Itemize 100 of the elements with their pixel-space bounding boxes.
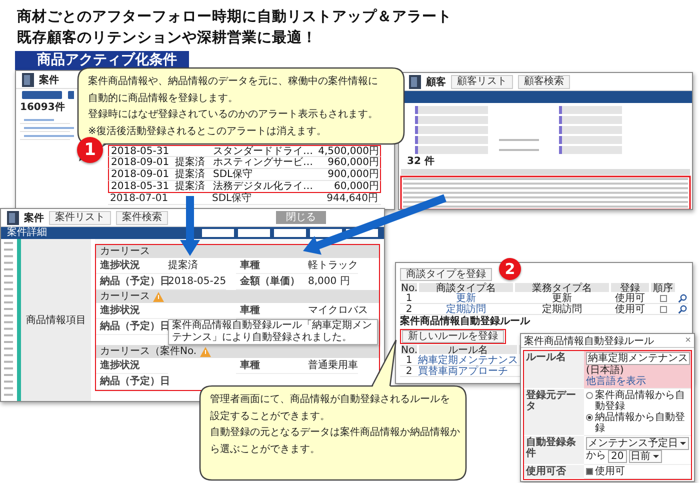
field-label: 使用可否 [524,465,584,479]
product-cell-text: SDL保守 [211,193,253,205]
table-cell: 使用可 [610,304,650,315]
radio-button[interactable] [586,392,593,399]
other-language-link[interactable]: 他言語を表示 [586,376,646,387]
record-count: 16093件 [20,102,65,113]
amount-cell-text: 944,640円 [326,193,379,205]
number-field[interactable]: 20 [608,450,627,463]
type-link[interactable]: 定期訪問 [446,304,486,314]
warning-icon [153,292,164,302]
date-cell-text: 2018-07-01 [109,193,170,205]
search-icon[interactable] [678,294,686,302]
checkbox[interactable] [660,294,666,302]
dropdown[interactable]: 日前 [628,450,662,463]
column-header: ルール名 [418,344,518,355]
radio-button[interactable] [586,414,593,421]
headline: 既存顧客のリテンションや深耕営業に最適！ [17,28,318,48]
table-cell: 1 [400,355,418,366]
field-label: 進捗状況 [96,358,168,374]
status-cell-text: 提案済 [174,181,206,193]
arrow [180,196,200,256]
field-label: 納品（予定）日 [96,374,168,390]
section-title: カーリース [100,245,150,258]
section-label: 商品アクティブ化条件 [15,51,189,70]
radio-label: 納品情報から自動登録 [595,412,686,434]
new-rule-button[interactable]: 新しいルールを登録 [402,330,504,342]
tab[interactable]: 顧客検索 [518,74,570,88]
status-cell-text: 提案済 [174,157,206,168]
field-label: 車種 [236,258,308,274]
section-title: カーリース [100,290,150,303]
callout-text: 登録時にはなぜ登録されているのかのアラート表示もされます。 [88,108,378,122]
app-logo-icon [409,74,421,88]
callout-text: ら選ぶことができます。 [210,442,321,456]
status-cell-text: 提案済 [174,169,206,180]
tab[interactable]: 顧客リスト [451,74,513,88]
column-header: No. [400,282,418,293]
table-cell: 2 [400,304,418,315]
column-header: 業務タイプ名 [514,282,610,293]
amount-cell-text: 900,000円 [326,169,380,181]
amount-cell-text: 960,000円 [326,157,380,169]
field-value: 普通乗用車 [308,358,358,374]
field-label: ルール名 [524,351,584,389]
product-cell-text: スタンダードドライ… [212,146,314,157]
field-value: 提案済 [168,258,198,274]
rule-link[interactable]: 納車定期メンテナンス [418,354,518,366]
table-cell: 定期訪問 [514,304,610,315]
callout-text: 設定することができます。 [210,410,331,424]
table-cell: 2 [400,366,418,377]
close-button[interactable]: × [685,336,691,346]
tab[interactable]: 案件検索 [116,210,168,224]
product-cell-text: ホスティングサービ… [212,157,314,168]
field-value: 軽トラック [308,258,358,274]
date-cell-text: 2018-05-31 [110,146,170,158]
step-number-badge: 2 [499,258,521,280]
date-cell-text: 2018-05-31 [110,181,170,193]
radio-label: 案件商品情報から自動登録 [595,390,686,412]
warning-icon [200,346,211,356]
field-label: 進捗状況 [96,303,168,319]
joiner-text: から [586,450,606,461]
field-label: 車種 [236,358,308,374]
bar-title: 案件詳細 [7,227,47,239]
input-field[interactable]: 納車定期メンテナンス [586,352,690,365]
add-type-button[interactable]: 商談タイプを登録 [400,268,492,280]
headline: 商材ごとのアフターフォロー時期に自動リストアップ＆アラート [17,8,453,27]
callout-tail [371,339,397,388]
table-cell: 使用可 [610,293,650,304]
callout-text: 案件商品情報や、納品情報のデータを元に、稼働中の案件情報に [88,74,378,89]
rule-link[interactable]: 買替車両アプローチ [418,366,508,376]
checkbox[interactable] [660,306,666,312]
tab[interactable]: 案件リスト [49,210,111,224]
language-note: (日本語) [586,365,624,376]
date-cell-text: 2018-09-01 [110,157,170,169]
dialog-title: 案件商品情報自動登録ルール [524,334,654,348]
search-icon[interactable] [678,304,686,314]
app-logo-icon [22,72,34,86]
dropdown[interactable]: メンテナンス予定日 [586,437,689,450]
side-label: 商品情報項目 [26,314,86,327]
type-link[interactable]: 更新 [456,292,476,304]
section-heading: 案件商品情報自動登録ルール [400,316,532,328]
callout-text: ※復活後活動登録されるとこのアラートは消えます。 [88,124,328,138]
field-label: 自動登録条件 [524,436,584,465]
callout-text: 管理者画面にて、商品情報が自動登録されるルールを [210,392,451,407]
product-cell-text: 法務デジタル化ライ… [212,181,314,192]
amount-cell-text: 60,000円 [333,181,380,193]
table-cell: 1 [400,293,418,304]
column-header: No. [400,344,418,355]
product-cell-text: SDL保守 [212,169,254,180]
app-logo-icon [7,210,19,224]
date-cell-text: 2018-09-01 [110,169,170,181]
window-title: 案件 [39,73,59,86]
record-count: 32 件 [407,156,434,167]
column-header: 登録 [610,282,650,293]
column-header: 順序 [650,282,676,293]
callout-text: 自動的に商品情報を登録します。 [88,92,239,106]
callout-text: 自動登録の元となるデータは案件商品情報か納品情報か [210,426,460,440]
checkbox-label: 使用可 [595,466,625,477]
window-title: 顧客 [426,75,446,88]
amount-cell-text: 4,500,000円 [317,146,380,157]
column-header: 商談タイプ名 [418,282,514,293]
checkbox[interactable] [586,468,593,475]
